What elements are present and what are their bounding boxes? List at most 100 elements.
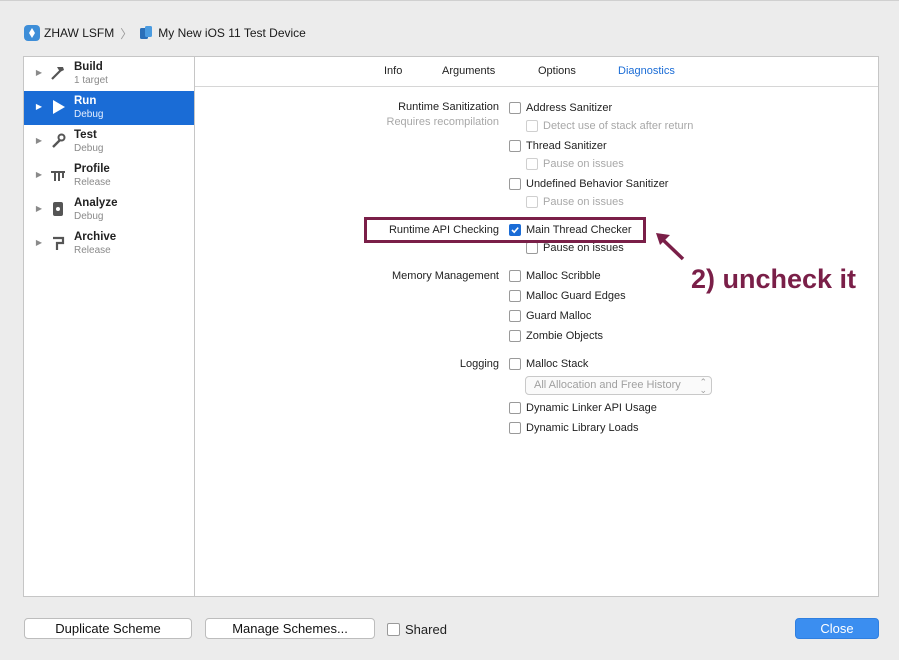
- tuning-fork-icon: [48, 165, 68, 185]
- runtime-sanitization-label: Runtime Sanitization: [398, 101, 499, 113]
- sidebar-item-analyze[interactable]: ▶ Analyze Debug: [24, 193, 194, 227]
- shared-option[interactable]: Shared: [387, 622, 447, 637]
- detect-stack-label: Detect use of stack after return: [543, 120, 694, 132]
- main-thread-pause-label: Pause on issues: [543, 242, 624, 254]
- malloc-guard-edges-option[interactable]: Malloc Guard Edges: [509, 288, 626, 304]
- sidebar-item-profile[interactable]: ▶ Profile Release: [24, 159, 194, 193]
- scheme-action-list: ▶ Build 1 target ▶ Run Debug ▶ Test Debu…: [23, 56, 194, 597]
- manage-schemes-button[interactable]: Manage Schemes...: [205, 618, 375, 639]
- malloc-scribble-checkbox[interactable]: [509, 270, 521, 282]
- annotation-highlight-box: [364, 217, 646, 243]
- breadcrumb-device[interactable]: My New iOS 11 Test Device: [158, 26, 306, 40]
- wrench-icon: [48, 131, 68, 151]
- malloc-guard-edges-checkbox[interactable]: [509, 290, 521, 302]
- disclosure-triangle-icon[interactable]: ▶: [32, 204, 46, 213]
- sidebar-item-sublabel: Debug: [74, 143, 104, 154]
- annotation-text: 2) uncheck it: [691, 264, 857, 294]
- sidebar-item-label: Build: [74, 61, 103, 73]
- dynamic-library-loads-option[interactable]: Dynamic Library Loads: [509, 420, 639, 436]
- sidebar-item-sublabel: 1 target: [74, 75, 108, 86]
- sidebar-item-sublabel: Release: [74, 177, 111, 188]
- logging-label: Logging: [459, 358, 499, 370]
- shared-label: Shared: [405, 622, 447, 637]
- analyze-icon: [48, 199, 68, 219]
- thread-sanitizer-option[interactable]: Thread Sanitizer: [509, 138, 607, 154]
- guard-malloc-label: Guard Malloc: [526, 310, 592, 322]
- disclosure-triangle-icon[interactable]: ▶: [32, 68, 46, 77]
- detect-stack-checkbox: [526, 120, 538, 132]
- malloc-guard-edges-label: Malloc Guard Edges: [526, 290, 626, 302]
- sidebar-item-run[interactable]: ▶ Run Debug: [24, 91, 194, 125]
- thread-sanitizer-checkbox[interactable]: [509, 140, 521, 152]
- zombie-objects-option[interactable]: Zombie Objects: [509, 328, 603, 344]
- dynamic-linker-api-label: Dynamic Linker API Usage: [526, 402, 657, 414]
- sidebar-item-label: Archive: [74, 231, 117, 243]
- requires-recompilation-label: Requires recompilation: [386, 116, 500, 128]
- breadcrumb: ZHAW LSFM 〉 My New iOS 11 Test Device: [24, 25, 306, 41]
- address-sanitizer-option[interactable]: Address Sanitizer: [509, 100, 612, 116]
- ub-pause-checkbox: [526, 196, 538, 208]
- sidebar-item-sublabel: Debug: [74, 109, 104, 120]
- toolbar: ZHAW LSFM 〉 My New iOS 11 Test Device: [0, 0, 899, 56]
- malloc-stack-checkbox[interactable]: [509, 358, 521, 370]
- device-icon: [138, 25, 154, 41]
- sidebar-item-sublabel: Debug: [74, 211, 104, 222]
- tab-arguments[interactable]: Arguments: [442, 65, 495, 77]
- malloc-stack-option[interactable]: Malloc Stack: [509, 356, 588, 372]
- thread-sanitizer-label: Thread Sanitizer: [526, 140, 607, 152]
- sidebar-item-label: Analyze: [74, 197, 118, 209]
- malloc-scribble-option[interactable]: Malloc Scribble: [509, 268, 601, 284]
- guard-malloc-option[interactable]: Guard Malloc: [509, 308, 591, 324]
- sidebar-item-sublabel: Release: [74, 245, 111, 256]
- hammer-icon: [48, 63, 68, 83]
- disclosure-triangle-icon[interactable]: ▶: [32, 238, 46, 247]
- undefined-behavior-option[interactable]: Undefined Behavior Sanitizer: [509, 176, 668, 192]
- sidebar-item-label: Profile: [74, 163, 110, 175]
- thread-pause-checkbox: [526, 158, 538, 170]
- dynamic-library-loads-checkbox[interactable]: [509, 422, 521, 434]
- disclosure-triangle-icon[interactable]: ▶: [32, 170, 46, 179]
- select-arrows-icon: ⌃ ⌄: [699, 377, 707, 395]
- undefined-behavior-label: Undefined Behavior Sanitizer: [526, 178, 669, 190]
- malloc-stack-select: All Allocation and Free History ⌃ ⌄: [525, 376, 712, 395]
- undefined-behavior-checkbox[interactable]: [509, 178, 521, 190]
- archive-icon: [48, 233, 68, 253]
- tab-diagnostics[interactable]: Diagnostics: [618, 65, 675, 77]
- tab-info[interactable]: Info: [384, 65, 402, 77]
- main-thread-pause-checkbox[interactable]: [526, 242, 538, 254]
- ub-pause-option: Pause on issues: [526, 194, 624, 210]
- dynamic-linker-api-option[interactable]: Dynamic Linker API Usage: [509, 400, 657, 416]
- sidebar-item-build[interactable]: ▶ Build 1 target: [24, 57, 194, 91]
- thread-pause-option: Pause on issues: [526, 156, 624, 172]
- dynamic-linker-api-checkbox[interactable]: [509, 402, 521, 414]
- app-icon: [24, 25, 40, 41]
- disclosure-triangle-icon[interactable]: ▶: [32, 136, 46, 145]
- thread-pause-label: Pause on issues: [543, 158, 624, 170]
- ub-pause-label: Pause on issues: [543, 196, 624, 208]
- zombie-objects-label: Zombie Objects: [526, 330, 604, 342]
- sidebar-item-label: Run: [74, 95, 97, 107]
- play-icon: [48, 97, 68, 117]
- close-button[interactable]: Close: [795, 618, 879, 639]
- disclosure-triangle-icon[interactable]: ▶: [32, 102, 46, 111]
- dynamic-library-loads-label: Dynamic Library Loads: [526, 422, 639, 434]
- sidebar-item-test[interactable]: ▶ Test Debug: [24, 125, 194, 159]
- duplicate-scheme-button[interactable]: Duplicate Scheme: [24, 618, 192, 639]
- address-sanitizer-label: Address Sanitizer: [526, 102, 613, 114]
- tab-options[interactable]: Options: [538, 65, 576, 77]
- guard-malloc-checkbox[interactable]: [509, 310, 521, 322]
- address-sanitizer-checkbox[interactable]: [509, 102, 521, 114]
- sidebar-item-archive[interactable]: ▶ Archive Release: [24, 227, 194, 261]
- breadcrumb-separator: 〉: [120, 26, 133, 41]
- annotation-arrow-icon: [656, 233, 685, 261]
- memory-management-label: Memory Management: [392, 270, 499, 282]
- malloc-scribble-label: Malloc Scribble: [526, 270, 601, 282]
- breadcrumb-project[interactable]: ZHAW LSFM: [44, 26, 114, 40]
- zombie-objects-checkbox[interactable]: [509, 330, 521, 342]
- malloc-stack-label: Malloc Stack: [526, 358, 589, 370]
- shared-checkbox[interactable]: [387, 623, 400, 636]
- malloc-stack-select-value: All Allocation and Free History: [534, 379, 681, 391]
- tab-bar: Info Arguments Options Diagnostics: [195, 57, 878, 87]
- detect-stack-option: Detect use of stack after return: [526, 118, 693, 134]
- sidebar-item-label: Test: [74, 129, 97, 141]
